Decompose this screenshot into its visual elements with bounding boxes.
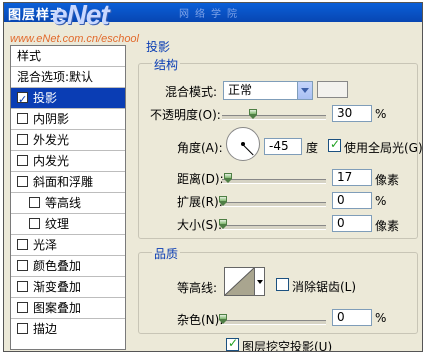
inner-shadow-checkbox[interactable] <box>17 113 28 124</box>
spread-slider[interactable] <box>222 202 326 207</box>
noise-unit: % <box>375 311 387 325</box>
contour-label: 等高线: <box>177 281 218 295</box>
sidebar-item-satin[interactable]: 光泽 <box>11 235 125 256</box>
blend-options-label: 混合选项:默认 <box>17 70 94 84</box>
sidebar-item-label: 外发光 <box>33 133 70 147</box>
contour-preview[interactable] <box>224 267 255 296</box>
noise-label: 杂色(N): <box>177 313 224 327</box>
angle-label: 角度(A): <box>177 141 223 155</box>
distance-slider-thumb[interactable] <box>224 173 233 183</box>
bevel-emboss-checkbox[interactable] <box>17 176 28 187</box>
spread-field[interactable]: 0 <box>332 192 372 209</box>
angle-unit: 度 <box>306 141 319 155</box>
size-field[interactable]: 0 <box>332 215 372 232</box>
sidebar-item-label: 内发光 <box>33 154 70 168</box>
blend-mode-select[interactable]: 正常 <box>223 81 313 100</box>
opacity-slider[interactable] <box>222 115 326 120</box>
size-slider-thumb[interactable] <box>219 219 227 229</box>
texture-checkbox[interactable] <box>29 218 40 229</box>
pattern-overlay-checkbox[interactable] <box>17 302 28 313</box>
noise-slider[interactable] <box>222 320 326 325</box>
distance-slider[interactable] <box>222 179 326 184</box>
sidebar-item-label: 纹理 <box>45 217 70 231</box>
size-label: 大小(S): <box>177 218 223 232</box>
section-title: 投影 <box>146 40 171 54</box>
blend-mode-value: 正常 <box>228 83 253 97</box>
sidebar-item-label: 图案叠加 <box>33 301 82 315</box>
title-bar[interactable]: 图层样式 eNet 网络学院 <box>4 3 422 30</box>
angle-field[interactable]: -45 <box>264 138 302 155</box>
sidebar-item-drop-shadow[interactable]: 投影 <box>11 88 125 110</box>
size-unit: 像素 <box>375 219 400 233</box>
sidebar-item-label: 内阴影 <box>33 112 70 126</box>
chevron-down-icon[interactable] <box>297 82 312 99</box>
drop-shadow-checkbox[interactable] <box>17 90 28 110</box>
antialias-checkbox[interactable] <box>276 278 289 291</box>
angle-dial[interactable] <box>226 127 260 161</box>
spread-slider-thumb[interactable] <box>219 196 227 206</box>
style-list: 样式 混合选项:默认 投影 内阴影 外发光 内发光 斜面和浮雕 等高线 纹理 <box>10 45 126 350</box>
sidebar-item-contour[interactable]: 等高线 <box>11 193 125 214</box>
noise-field[interactable]: 0 <box>332 309 372 326</box>
contour-checkbox[interactable] <box>29 197 40 208</box>
opacity-slider-thumb[interactable] <box>249 109 258 119</box>
global-light-label[interactable]: 使用全局光(G) <box>344 139 422 156</box>
sidebar-item-stroke[interactable]: 描边 <box>11 319 125 340</box>
styles-header[interactable]: 样式 <box>11 46 125 67</box>
spread-unit: % <box>375 194 387 208</box>
spread-label: 扩展(R): <box>177 195 223 209</box>
opacity-field[interactable]: 30 <box>332 105 372 122</box>
contour-dropdown-arrow[interactable] <box>255 267 265 296</box>
sidebar-item-label: 渐变叠加 <box>33 280 82 294</box>
sidebar-item-outer-glow[interactable]: 外发光 <box>11 130 125 151</box>
layer-style-dialog: 图层样式 eNet 网络学院 www.eNet.com.cn/eschool 样… <box>3 2 423 352</box>
global-light-checkbox[interactable] <box>328 137 341 152</box>
gradient-overlay-checkbox[interactable] <box>17 281 28 292</box>
distance-label: 距离(D): <box>177 172 224 186</box>
opacity-label: 不透明度(O): <box>150 108 221 122</box>
sidebar-item-inner-glow[interactable]: 内发光 <box>11 151 125 172</box>
knockout-checkbox[interactable] <box>226 336 239 351</box>
sidebar-item-pattern-overlay[interactable]: 图案叠加 <box>11 298 125 319</box>
sidebar-item-label: 光泽 <box>33 238 58 252</box>
sidebar-item-label: 颜色叠加 <box>33 259 82 273</box>
sidebar-item-label: 描边 <box>33 322 58 336</box>
watermark-logo: eNet <box>52 2 110 30</box>
watermark-cn: 网络学院 <box>179 9 243 20</box>
sidebar-item-bevel-emboss[interactable]: 斜面和浮雕 <box>11 172 125 193</box>
color-overlay-checkbox[interactable] <box>17 260 28 271</box>
sidebar-item-label: 斜面和浮雕 <box>33 175 94 189</box>
sidebar-item-label: 等高线 <box>45 196 82 210</box>
opacity-unit: % <box>375 107 387 121</box>
sidebar-item-inner-shadow[interactable]: 内阴影 <box>11 109 125 130</box>
blend-mode-label: 混合模式: <box>165 85 218 99</box>
inner-glow-checkbox[interactable] <box>17 155 28 166</box>
distance-field[interactable]: 17 <box>332 169 372 186</box>
sidebar-item-color-overlay[interactable]: 颜色叠加 <box>11 256 125 277</box>
antialias-label[interactable]: 消除锯齿(L) <box>292 278 356 295</box>
shadow-color-swatch[interactable] <box>317 81 348 98</box>
styles-header-label: 样式 <box>17 49 42 63</box>
sidebar-item-texture[interactable]: 纹理 <box>11 214 125 235</box>
contour-curve-icon <box>225 268 254 295</box>
sidebar-item-label: 投影 <box>33 91 58 105</box>
sidebar-item-gradient-overlay[interactable]: 渐变叠加 <box>11 277 125 298</box>
noise-slider-thumb[interactable] <box>219 314 227 324</box>
watermark-url: www.eNet.com.cn/eschool <box>10 33 139 45</box>
knockout-label[interactable]: 图层挖空投影(U) <box>242 338 332 351</box>
structure-title: 结构 <box>152 56 181 73</box>
distance-unit: 像素 <box>375 173 400 187</box>
blend-options-item[interactable]: 混合选项:默认 <box>11 67 125 88</box>
angle-dial-center <box>241 142 245 146</box>
stroke-checkbox[interactable] <box>17 323 28 334</box>
outer-glow-checkbox[interactable] <box>17 134 28 145</box>
quality-title: 品质 <box>152 245 181 262</box>
size-slider[interactable] <box>222 225 326 230</box>
settings-panel: 投影 结构 混合模式: 正常 不透明度(O): 30 % 角度(A): -45 … <box>132 22 422 351</box>
satin-checkbox[interactable] <box>17 239 28 250</box>
